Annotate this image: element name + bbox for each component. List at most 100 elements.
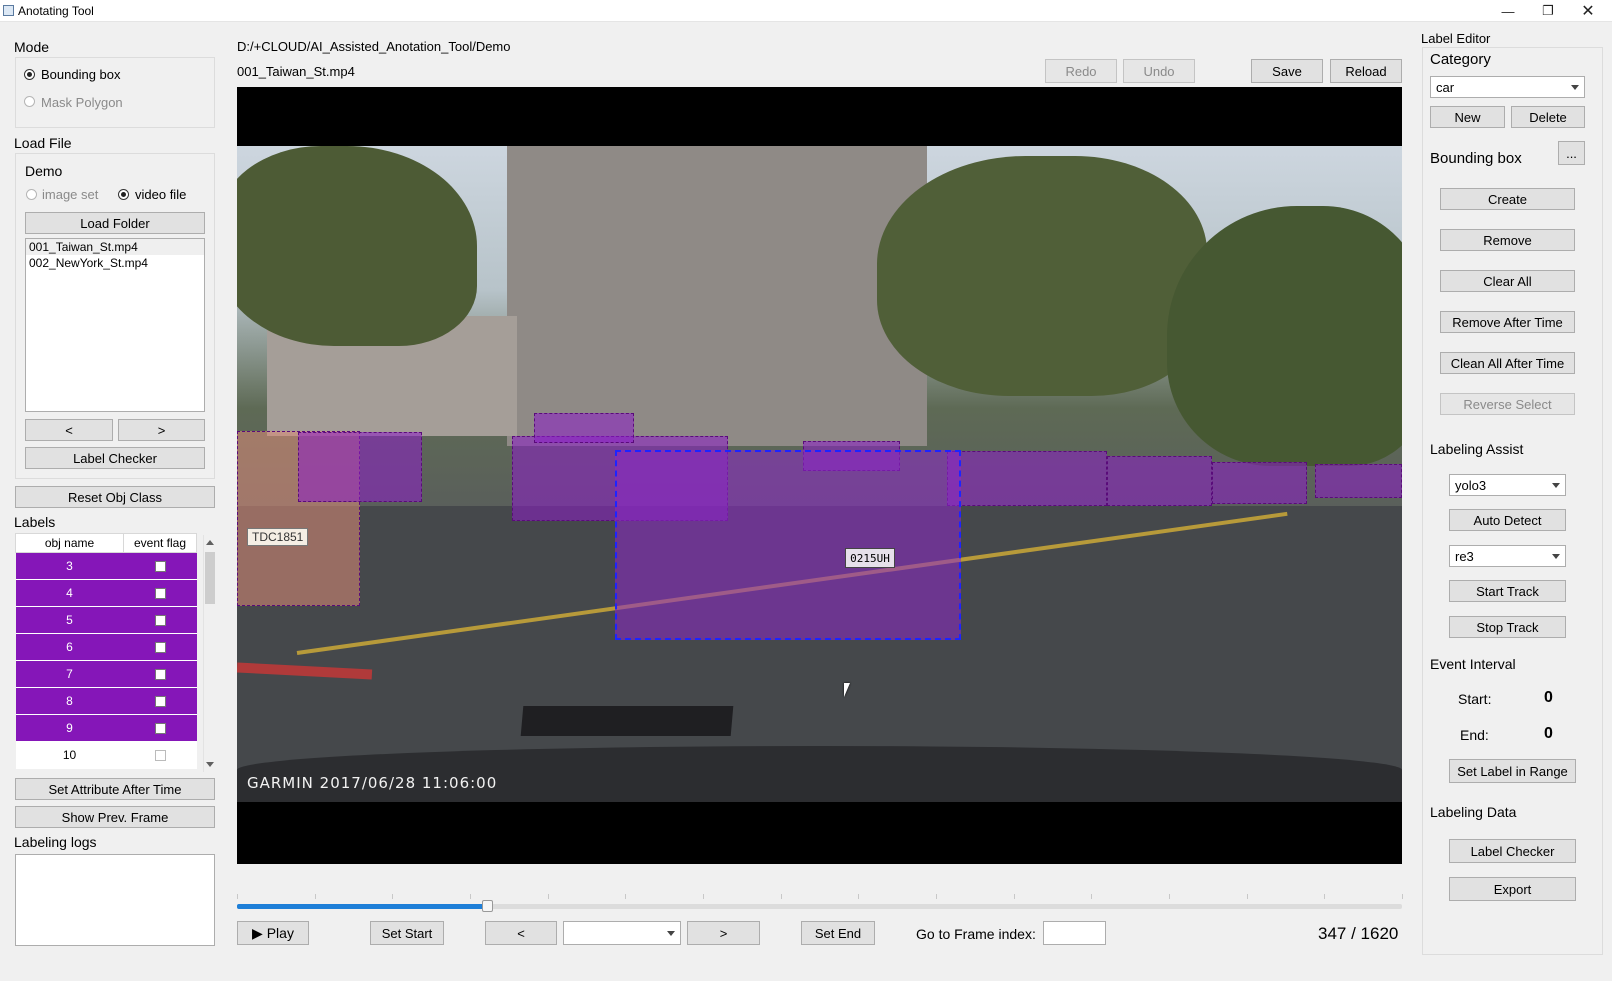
save-button[interactable]: Save [1251, 59, 1323, 83]
tracker-combo[interactable]: re3 [1449, 545, 1566, 567]
table-row[interactable]: 5 [15, 606, 197, 634]
file-list[interactable]: 001_Taiwan_St.mp4 002_NewYork_St.mp4 [25, 238, 205, 412]
scroll-up-icon[interactable] [206, 540, 214, 545]
image-set-label[interactable]: image set [42, 187, 98, 202]
load-folder-button[interactable]: Load Folder [25, 212, 205, 234]
frame-prev-button[interactable]: < [485, 921, 557, 945]
remove-bbox-button[interactable]: Remove [1440, 229, 1575, 251]
event-flag-checkbox[interactable] [154, 750, 166, 762]
set-end-button[interactable]: Set End [801, 921, 875, 945]
reset-obj-class-button[interactable]: Reset Obj Class [15, 486, 215, 508]
left-label-checker-button[interactable]: Label Checker [25, 447, 205, 469]
chevron-down-icon[interactable] [1552, 554, 1560, 559]
restore-icon[interactable]: ❐ [1528, 0, 1568, 22]
obj-name-cell[interactable]: 7 [15, 660, 124, 688]
file-next-button[interactable]: > [118, 419, 205, 441]
chevron-down-icon[interactable] [667, 931, 675, 936]
reverse-select-button[interactable]: Reverse Select [1440, 393, 1575, 415]
mode-polygon-radio[interactable] [24, 96, 35, 107]
new-category-button[interactable]: New [1430, 106, 1505, 128]
mode-bbox-radio[interactable] [24, 69, 35, 80]
labels-table[interactable]: obj name event flag 3 4 5 6 7 8 9 10 [15, 533, 197, 769]
category-combo[interactable]: car [1430, 76, 1585, 98]
file-list-item[interactable]: 002_NewYork_St.mp4 [26, 255, 204, 271]
obj-name-cell[interactable]: 6 [15, 633, 124, 661]
scroll-thumb[interactable] [205, 552, 215, 604]
bbox-car[interactable] [947, 451, 1107, 506]
table-row[interactable]: 8 [15, 687, 197, 715]
timeline-tick [858, 894, 859, 899]
obj-name-cell[interactable]: 5 [15, 606, 124, 634]
timeline-handle[interactable] [481, 900, 493, 912]
scroll-down-icon[interactable] [206, 762, 214, 767]
labeling-logs-textarea[interactable] [15, 854, 215, 946]
table-row[interactable]: 4 [15, 579, 197, 607]
auto-detect-button[interactable]: Auto Detect [1449, 509, 1566, 531]
video-frame[interactable]: 0215UH TDC1851 GARMIN 2017/06/28 11:06:0… [237, 146, 1402, 802]
redo-button[interactable]: Redo [1045, 59, 1117, 83]
event-flag-checkbox[interactable] [154, 669, 166, 681]
set-attribute-after-time-button[interactable]: Set Attribute After Time [15, 778, 215, 800]
stop-track-button[interactable]: Stop Track [1449, 616, 1566, 638]
minimize-icon[interactable]: — [1488, 0, 1528, 22]
delete-category-button[interactable]: Delete [1511, 106, 1585, 128]
event-flag-checkbox[interactable] [154, 615, 166, 627]
undo-button[interactable]: Undo [1123, 59, 1195, 83]
image-set-radio[interactable] [26, 189, 37, 200]
event-flag-checkbox[interactable] [154, 642, 166, 654]
obj-name-cell[interactable]: 4 [15, 579, 124, 607]
bbox-car[interactable] [298, 432, 422, 502]
event-flag-checkbox[interactable] [154, 723, 166, 735]
bbox-car[interactable] [1212, 462, 1307, 504]
table-row[interactable]: 6 [15, 633, 197, 661]
bbox-options-button[interactable]: ... [1558, 141, 1585, 165]
clear-all-button[interactable]: Clear All [1440, 270, 1575, 292]
show-prev-frame-button[interactable]: Show Prev. Frame [15, 806, 215, 828]
bbox-selected-car[interactable]: 0215UH [615, 450, 961, 640]
goto-frame-input[interactable] [1043, 921, 1106, 945]
table-row[interactable]: 9 [15, 714, 197, 742]
video-canvas[interactable]: 0215UH TDC1851 GARMIN 2017/06/28 11:06:0… [237, 87, 1402, 864]
chevron-down-icon[interactable] [1552, 483, 1560, 488]
chevron-down-icon[interactable] [1571, 85, 1579, 90]
play-button[interactable]: ▶ Play [237, 921, 309, 945]
table-row[interactable]: 7 [15, 660, 197, 688]
obj-name-cell[interactable]: 10 [15, 741, 124, 769]
set-start-button[interactable]: Set Start [370, 921, 444, 945]
timeline-slider[interactable] [237, 900, 1402, 912]
file-prev-button[interactable]: < [25, 419, 113, 441]
col-event-flag[interactable]: event flag [123, 533, 197, 553]
export-button[interactable]: Export [1449, 877, 1576, 901]
col-obj-name[interactable]: obj name [15, 533, 124, 553]
clean-all-after-time-button[interactable]: Clean All After Time [1440, 352, 1575, 374]
mode-polygon-label[interactable]: Mask Polygon [41, 95, 123, 110]
bbox-car[interactable] [1107, 456, 1212, 506]
event-flag-checkbox[interactable] [154, 561, 166, 573]
timeline-tick [1014, 894, 1015, 899]
set-label-in-range-button[interactable]: Set Label in Range [1449, 759, 1576, 783]
file-list-item[interactable]: 001_Taiwan_St.mp4 [26, 239, 204, 255]
labels-scrollbar[interactable] [203, 535, 215, 772]
obj-name-cell[interactable]: 3 [15, 552, 124, 580]
start-track-button[interactable]: Start Track [1449, 580, 1566, 602]
create-bbox-button[interactable]: Create [1440, 188, 1575, 210]
table-row[interactable]: 3 [15, 552, 197, 580]
remove-after-time-button[interactable]: Remove After Time [1440, 311, 1575, 333]
video-file-label[interactable]: video file [135, 187, 186, 202]
event-flag-checkbox[interactable] [154, 588, 166, 600]
bbox-car[interactable] [1315, 464, 1402, 498]
obj-name-cell[interactable]: 9 [15, 714, 124, 742]
obj-name-cell[interactable]: 8 [15, 687, 124, 715]
bbox-car[interactable] [534, 413, 634, 443]
table-row[interactable]: 10 [15, 741, 197, 769]
reload-button[interactable]: Reload [1330, 59, 1402, 83]
timeline-tick [237, 894, 238, 899]
right-label-checker-button[interactable]: Label Checker [1449, 839, 1576, 863]
detector-combo[interactable]: yolo3 [1449, 474, 1566, 496]
mode-bbox-label[interactable]: Bounding box [41, 67, 121, 82]
event-flag-checkbox[interactable] [154, 696, 166, 708]
video-file-radio[interactable] [118, 189, 129, 200]
frame-step-combo[interactable] [563, 921, 681, 945]
close-icon[interactable]: ✕ [1568, 0, 1608, 22]
frame-next-button[interactable]: > [687, 921, 760, 945]
